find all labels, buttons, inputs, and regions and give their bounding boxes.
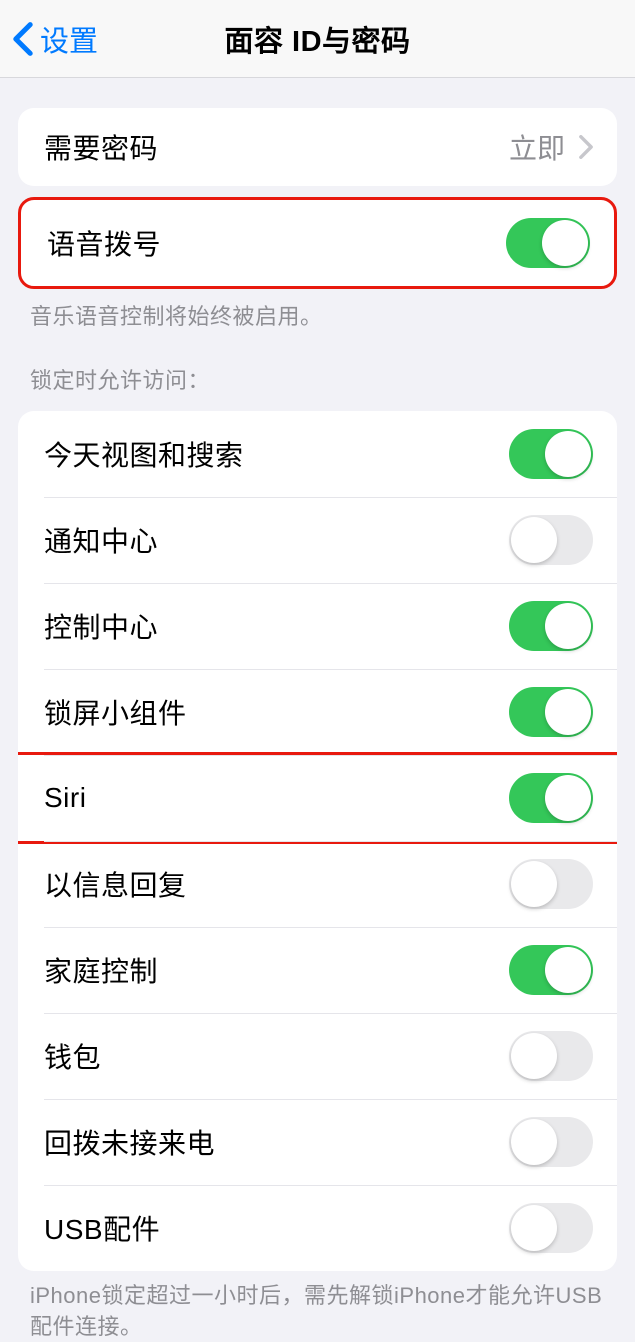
voice-dial-toggle[interactable]: [506, 218, 590, 268]
lock-access-header: 锁定时允许访问：: [0, 333, 635, 405]
passcode-group: 需要密码 立即: [18, 108, 617, 186]
lock-item-row: 通知中心: [18, 497, 617, 583]
lock-item-label: 回拨未接来电: [44, 1122, 215, 1162]
lock-item-toggle[interactable]: [509, 687, 593, 737]
lock-item-row: 回拨未接来电: [18, 1099, 617, 1185]
lock-item-toggle[interactable]: [509, 773, 593, 823]
lock-item-toggle[interactable]: [509, 515, 593, 565]
nav-bar: 设置 面容 ID与密码: [0, 0, 635, 78]
voice-dial-footer: 音乐语音控制将始终被启用。: [0, 292, 635, 333]
lock-item-label: 钱包: [44, 1036, 101, 1076]
lock-item-row: 控制中心: [18, 583, 617, 669]
voice-dial-group: 语音拨号: [18, 197, 617, 289]
lock-item-toggle[interactable]: [509, 429, 593, 479]
lock-item-label: 锁屏小组件: [44, 692, 187, 732]
lock-item-toggle[interactable]: [509, 945, 593, 995]
lock-item-label: USB配件: [44, 1208, 160, 1248]
chevron-right-icon: [579, 135, 593, 159]
lock-item-toggle[interactable]: [509, 1031, 593, 1081]
back-chevron-icon: [12, 21, 34, 57]
lock-item-label: 通知中心: [44, 520, 158, 560]
lock-item-row: 今天视图和搜索: [18, 411, 617, 497]
back-button[interactable]: 设置: [0, 18, 98, 60]
require-passcode-label: 需要密码: [44, 127, 158, 167]
lock-item-row: 钱包: [18, 1013, 617, 1099]
lock-item-label: Siri: [44, 782, 86, 814]
lock-item-toggle[interactable]: [509, 859, 593, 909]
lock-item-row: 以信息回复: [18, 841, 617, 927]
lock-item-label: 今天视图和搜索: [44, 434, 244, 474]
lock-item-label: 控制中心: [44, 606, 158, 646]
back-label: 设置: [40, 18, 98, 60]
lock-item-row: 家庭控制: [18, 927, 617, 1013]
lock-item-row: Siri: [18, 755, 617, 841]
lock-access-footer: iPhone锁定超过一小时后，需先解锁iPhone才能允许USB 配件连接。: [0, 1271, 635, 1342]
lock-item-row: USB配件: [18, 1185, 617, 1271]
lock-item-row: 锁屏小组件: [18, 669, 617, 755]
lock-item-toggle[interactable]: [509, 601, 593, 651]
require-passcode-row[interactable]: 需要密码 立即: [18, 108, 617, 186]
page-title: 面容 ID与密码: [224, 18, 410, 60]
lock-item-label: 以信息回复: [44, 864, 187, 904]
require-passcode-value: 立即: [509, 127, 565, 167]
voice-dial-label: 语音拨号: [47, 223, 161, 263]
lock-item-toggle[interactable]: [509, 1117, 593, 1167]
lock-item-toggle[interactable]: [509, 1203, 593, 1253]
voice-dial-row: 语音拨号: [21, 200, 614, 286]
lock-item-label: 家庭控制: [44, 950, 158, 990]
lock-access-group: 今天视图和搜索通知中心控制中心锁屏小组件 Siri 以信息回复家庭控制钱包回拨未接来…: [18, 411, 617, 1271]
